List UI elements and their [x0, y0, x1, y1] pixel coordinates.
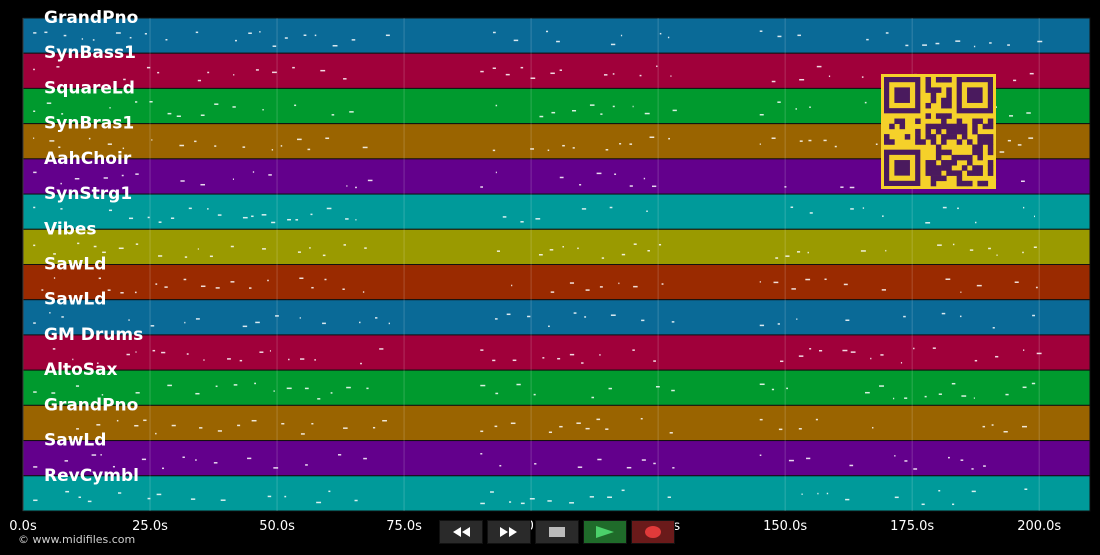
rewind-button[interactable]	[439, 520, 483, 544]
track-lane[interactable]	[22, 404, 1091, 442]
track-label: SynBass1	[44, 43, 136, 63]
qr-code-icon	[881, 74, 996, 189]
track-label: SquareLd	[44, 78, 135, 98]
track-label: Vibes	[44, 219, 97, 239]
play-button[interactable]	[583, 520, 627, 544]
time-tick-label: 75.0s	[386, 519, 422, 534]
track-label: GrandPno	[44, 8, 138, 28]
watermark: © www.midifiles.com	[18, 533, 136, 546]
track-label: SynStrg1	[44, 184, 132, 204]
time-tick-label: 150.0s	[763, 519, 807, 534]
time-tick-label: 25.0s	[132, 519, 168, 534]
stop-icon	[549, 527, 565, 537]
play-icon	[596, 526, 614, 538]
track-label: SawLd	[44, 431, 106, 451]
track-label: SawLd	[44, 290, 106, 310]
track-label: AahChoir	[44, 149, 132, 169]
time-tick-label: 175.0s	[890, 519, 934, 534]
fast-forward-icon	[500, 527, 517, 537]
track-lane[interactable]	[22, 264, 1091, 301]
track-lane[interactable]	[22, 299, 1091, 336]
track-label: SawLd	[44, 255, 106, 275]
track-lane[interactable]	[22, 440, 1091, 477]
time-tick-label: 200.0s	[1017, 519, 1061, 534]
record-icon	[645, 526, 661, 538]
piano-roll-view: GrandPno SynBass1 SquareLd SynBras1 AahChoir…	[9, 8, 1091, 534]
track-label: RevCymbl	[44, 466, 139, 486]
transport-bar	[439, 520, 675, 544]
track-lane[interactable]	[22, 475, 1091, 512]
track-label: SynBras1	[44, 114, 134, 134]
record-button[interactable]	[631, 520, 675, 544]
stop-button[interactable]	[535, 520, 579, 544]
time-tick-label: 50.0s	[259, 519, 295, 534]
track-label: GM Drums	[44, 325, 143, 345]
track-lane[interactable]	[22, 369, 1091, 406]
track-label: AltoSax	[44, 360, 118, 380]
track-lane[interactable]	[22, 334, 1091, 371]
track-lane[interactable]	[22, 17, 1091, 54]
track-label: GrandPno	[44, 395, 138, 415]
time-tick-label: 0.0s	[9, 519, 37, 534]
fast-forward-button[interactable]	[487, 520, 531, 544]
track-lane[interactable]	[22, 228, 1091, 266]
track-lane[interactable]	[22, 193, 1091, 230]
rewind-icon	[453, 527, 470, 537]
